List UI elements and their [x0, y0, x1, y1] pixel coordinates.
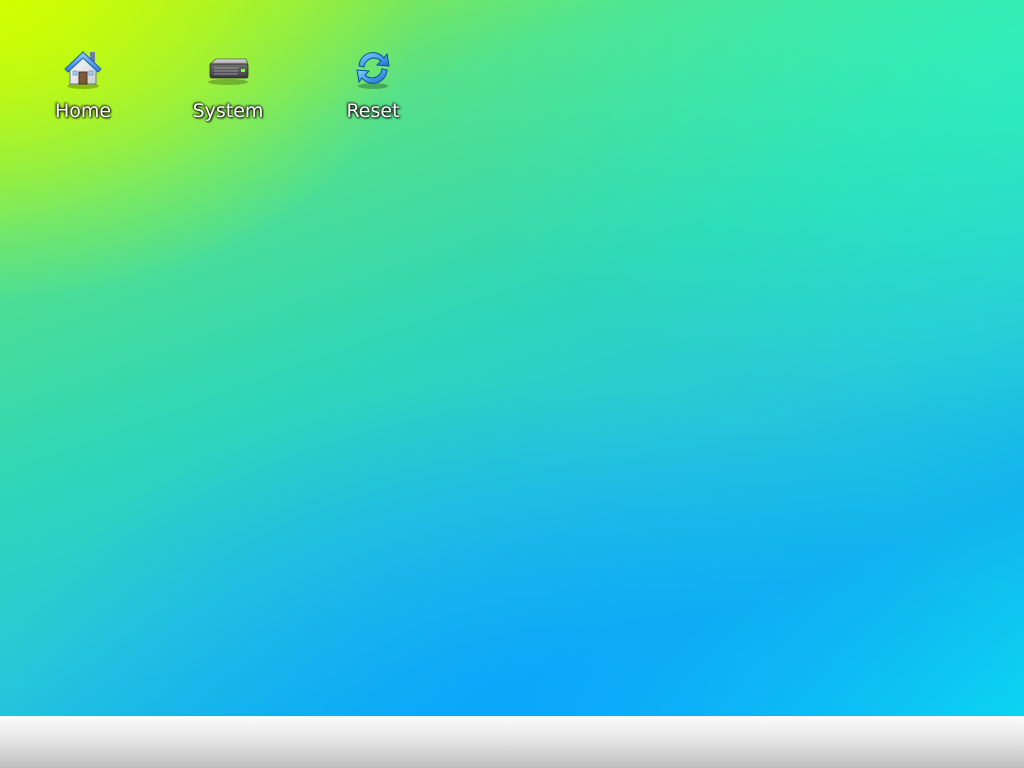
desktop-icon-system[interactable]: System — [178, 44, 278, 122]
desktop-icon-home[interactable]: Home — [33, 44, 133, 122]
desktop-icon-label: Reset — [346, 100, 400, 122]
desktop-icon-reset[interactable]: Reset — [323, 44, 423, 122]
desktop-background[interactable]: Home System Reset — [0, 0, 1024, 716]
reset-icon — [349, 44, 397, 92]
taskbar[interactable] — [0, 716, 1024, 768]
system-drive-icon — [204, 44, 252, 92]
home-icon — [59, 44, 107, 92]
desktop-icon-label: System — [192, 100, 264, 122]
desktop-icon-label: Home — [54, 100, 112, 122]
